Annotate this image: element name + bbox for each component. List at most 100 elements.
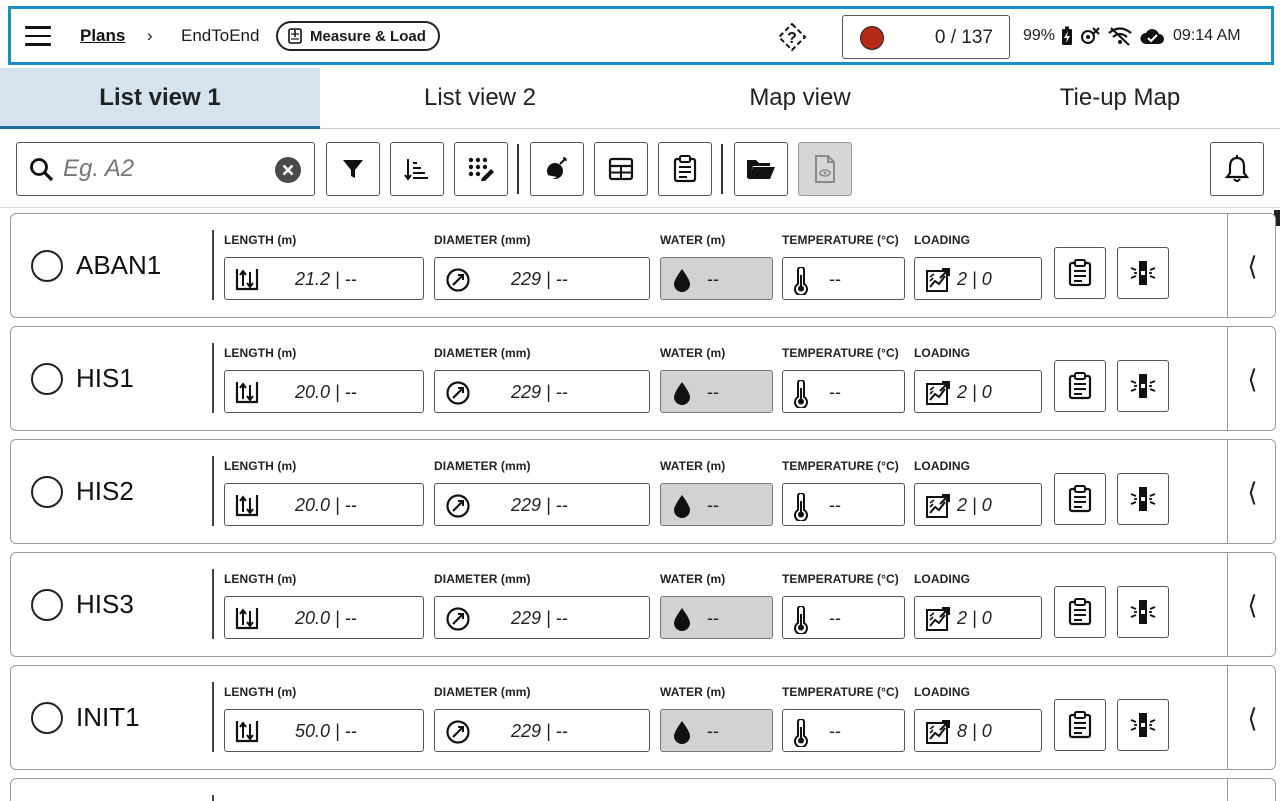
expand-row-button[interactable]: ⟨ — [1227, 327, 1275, 430]
select-radio[interactable] — [31, 250, 63, 282]
row-divider — [212, 343, 214, 413]
help-icon[interactable]: ? — [777, 22, 807, 52]
length-label: LENGTH (m) — [224, 233, 297, 247]
expand-row-button[interactable] — [1227, 779, 1275, 801]
temperature-field[interactable]: -- — [782, 483, 905, 526]
hole-name: ABAN1 — [76, 250, 162, 280]
select-radio[interactable] — [31, 589, 63, 621]
water-label: WATER (m) — [660, 346, 726, 360]
row-detonate-button[interactable] — [1117, 699, 1169, 751]
row-clipboard-button[interactable] — [1054, 586, 1106, 638]
temperature-field[interactable]: -- — [782, 709, 905, 752]
breadcrumb-plans[interactable]: Plans — [80, 26, 125, 46]
loading-field[interactable]: 2 | 0 — [914, 370, 1042, 413]
water-field[interactable]: -- — [660, 483, 773, 526]
water-label: WATER (m) — [660, 459, 726, 473]
sort-icon — [404, 159, 428, 181]
length-icon — [235, 382, 259, 404]
diameter-value: 229 | -- — [511, 721, 568, 741]
expand-row-button[interactable]: ⟨ — [1227, 666, 1275, 769]
detonator-icon — [1130, 487, 1156, 511]
diameter-label: DIAMETER (mm) — [434, 233, 531, 247]
blast-button[interactable] — [530, 142, 584, 196]
select-radio[interactable] — [31, 702, 63, 734]
water-field[interactable]: -- — [660, 596, 773, 639]
search-icon — [30, 158, 54, 182]
folder-open-icon — [747, 160, 775, 179]
diameter-field[interactable]: 229 | -- — [434, 257, 650, 300]
row-clipboard-button[interactable] — [1054, 699, 1106, 751]
menu-icon[interactable] — [25, 26, 51, 46]
loading-field[interactable]: 2 | 0 — [914, 483, 1042, 526]
document-view-button[interactable] — [798, 142, 852, 196]
temperature-label: TEMPERATURE (°C) — [782, 685, 899, 699]
select-radio[interactable] — [31, 363, 63, 395]
diameter-field[interactable]: 229 | -- — [434, 483, 650, 526]
hole-name: HIS3 — [76, 589, 134, 619]
tab-list-view-2[interactable]: List view 2 — [320, 68, 640, 128]
length-field[interactable]: 20.0 | -- — [224, 483, 424, 526]
expand-row-button[interactable]: ⟨ — [1227, 553, 1275, 656]
water-field[interactable]: -- — [660, 709, 773, 752]
notifications-button[interactable] — [1210, 142, 1264, 196]
loading-field[interactable]: 8 | 0 — [914, 709, 1042, 752]
row-detonate-button[interactable] — [1117, 473, 1169, 525]
loading-label: LOADING — [914, 459, 971, 473]
filter-button[interactable] — [326, 142, 380, 196]
row-detonate-button[interactable] — [1117, 360, 1169, 412]
clock: 09:14 AM — [1173, 27, 1241, 44]
clear-search-icon[interactable] — [275, 157, 301, 183]
length-field[interactable]: 50.0 | -- — [224, 709, 424, 752]
water-field[interactable]: -- — [660, 370, 773, 413]
tab-tie-up-map[interactable]: Tie-up Map — [960, 68, 1280, 128]
open-folder-button[interactable] — [734, 142, 788, 196]
water-field[interactable]: -- — [660, 257, 773, 300]
select-radio[interactable] — [31, 476, 63, 508]
row-clipboard-button[interactable] — [1054, 360, 1106, 412]
diameter-label: DIAMETER (mm) — [434, 685, 531, 699]
length-value: 21.2 | -- — [295, 269, 357, 289]
length-field[interactable]: 20.0 | -- — [224, 596, 424, 639]
list-item — [10, 778, 1276, 801]
hole-name: HIS1 — [76, 363, 134, 393]
clipboard-icon — [1068, 485, 1092, 513]
length-field[interactable]: 20.0 | -- — [224, 370, 424, 413]
water-drop-icon — [674, 721, 690, 744]
water-label: WATER (m) — [660, 233, 726, 247]
progress-counter[interactable]: 0 / 137 — [842, 15, 1010, 59]
diameter-label: DIAMETER (mm) — [434, 346, 531, 360]
diameter-field[interactable]: 229 | -- — [434, 709, 650, 752]
row-clipboard-button[interactable] — [1054, 247, 1106, 299]
temperature-field[interactable]: -- — [782, 596, 905, 639]
diameter-label: DIAMETER (mm) — [434, 459, 531, 473]
edit-pattern-icon — [468, 157, 494, 181]
clipboard-icon — [673, 155, 697, 183]
sort-button[interactable] — [390, 142, 444, 196]
diameter-field[interactable]: 229 | -- — [434, 370, 650, 413]
temperature-field[interactable]: -- — [782, 370, 905, 413]
tab-list-view-1[interactable]: List view 1 — [0, 68, 320, 129]
mode-badge[interactable]: Measure & Load — [276, 21, 440, 51]
edit-pattern-button[interactable] — [454, 142, 508, 196]
table-button[interactable] — [594, 142, 648, 196]
expand-row-button[interactable]: ⟨ — [1227, 214, 1275, 317]
diameter-field[interactable]: 229 | -- — [434, 596, 650, 639]
temperature-field[interactable]: -- — [782, 257, 905, 300]
loading-field[interactable]: 2 | 0 — [914, 257, 1042, 300]
length-field[interactable]: 21.2 | -- — [224, 257, 424, 300]
tab-map-view[interactable]: Map view — [640, 68, 960, 128]
expand-row-button[interactable]: ⟨ — [1227, 440, 1275, 543]
search-input[interactable] — [63, 151, 263, 187]
clipboard-button[interactable] — [658, 142, 712, 196]
thermometer-icon — [794, 719, 808, 747]
loading-field[interactable]: 2 | 0 — [914, 596, 1042, 639]
length-label: LENGTH (m) — [224, 459, 297, 473]
wifi-off-icon — [1107, 26, 1133, 46]
temperature-value: -- — [829, 608, 841, 628]
breadcrumb-separator: › — [147, 26, 153, 45]
row-clipboard-button[interactable] — [1054, 473, 1106, 525]
row-detonate-button[interactable] — [1117, 247, 1169, 299]
row-detonate-button[interactable] — [1117, 586, 1169, 638]
loading-icon — [926, 607, 950, 631]
battery-charging-icon — [1061, 26, 1073, 46]
